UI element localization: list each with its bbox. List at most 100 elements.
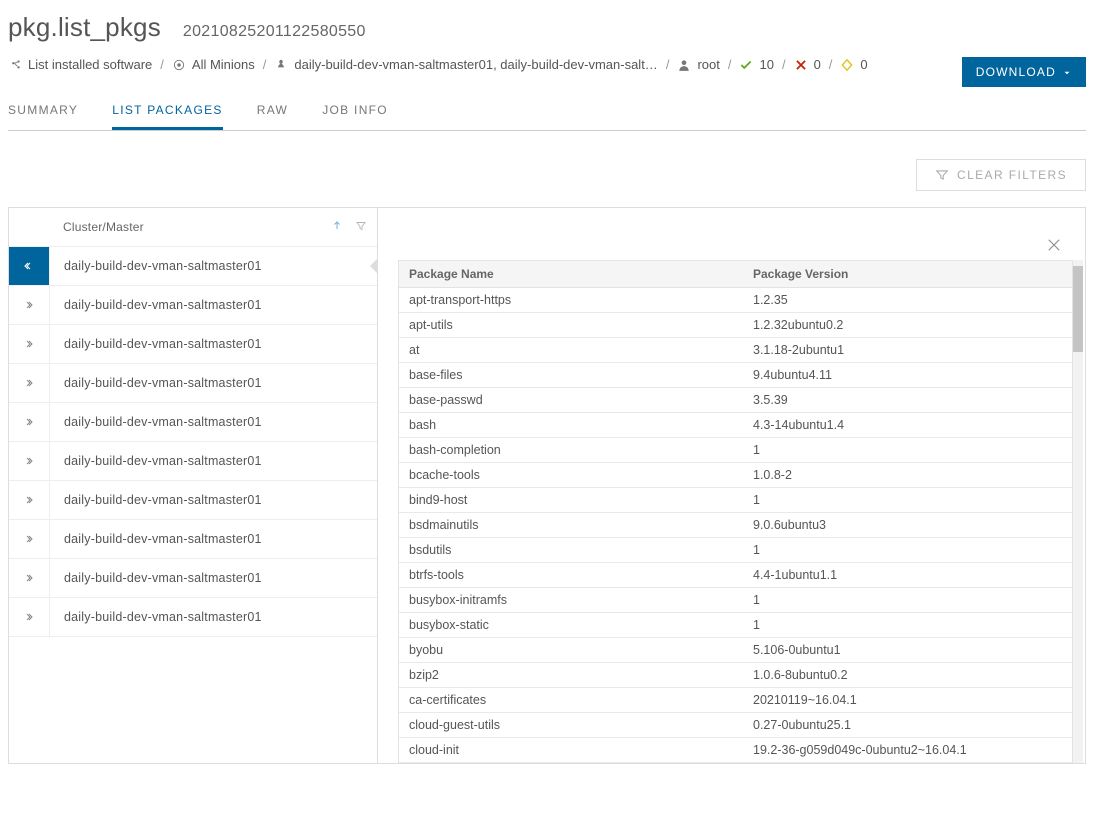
sidebar-item-label: daily-build-dev-vman-saltmaster01 bbox=[50, 610, 262, 624]
expand-icon[interactable] bbox=[9, 286, 50, 324]
pkg-name: apt-transport-https bbox=[399, 288, 743, 312]
pkg-version: 1 bbox=[743, 613, 1072, 637]
breadcrumb-job[interactable]: List installed software bbox=[28, 57, 152, 72]
pkg-version: 9.4ubuntu4.11 bbox=[743, 363, 1072, 387]
tab-list-packages[interactable]: LIST PACKAGES bbox=[112, 93, 223, 130]
target-icon bbox=[172, 58, 186, 72]
sidebar-item[interactable]: daily-build-dev-vman-saltmaster01 bbox=[9, 364, 377, 403]
pkg-name: byobu bbox=[399, 638, 743, 662]
pkg-name: busybox-initramfs bbox=[399, 588, 743, 612]
sidebar-item-label: daily-build-dev-vman-saltmaster01 bbox=[50, 259, 262, 273]
table-row: base-files9.4ubuntu4.11 bbox=[399, 363, 1072, 388]
fail-x-icon bbox=[794, 58, 808, 72]
sidebar-item[interactable]: daily-build-dev-vman-saltmaster01 bbox=[9, 559, 377, 598]
pkg-version: 19.2-36-g059d049c-0ubuntu2~16.04.1 bbox=[743, 738, 1072, 762]
sort-arrow-icon[interactable] bbox=[331, 220, 343, 235]
pkg-name: bind9-host bbox=[399, 488, 743, 512]
sidebar-item[interactable]: daily-build-dev-vman-saltmaster01 bbox=[9, 325, 377, 364]
col-package-name[interactable]: Package Name bbox=[399, 261, 743, 287]
pkg-name: base-files bbox=[399, 363, 743, 387]
user-icon bbox=[677, 58, 691, 72]
sidebar-item-label: daily-build-dev-vman-saltmaster01 bbox=[50, 571, 262, 585]
sidebar-item-label: daily-build-dev-vman-saltmaster01 bbox=[50, 298, 262, 312]
sidebar-item-label: daily-build-dev-vman-saltmaster01 bbox=[50, 337, 262, 351]
pkg-name: cloud-guest-utils bbox=[399, 713, 743, 737]
pkg-name: bash bbox=[399, 413, 743, 437]
minions-icon bbox=[274, 58, 288, 72]
expand-icon[interactable] bbox=[9, 403, 50, 441]
table-row: bsdutils1 bbox=[399, 538, 1072, 563]
pending-diamond-icon bbox=[840, 58, 854, 72]
tab-raw[interactable]: RAW bbox=[257, 93, 288, 130]
expand-icon[interactable] bbox=[9, 481, 50, 519]
table-row: ca-certificates20210119~16.04.1 bbox=[399, 688, 1072, 713]
breadcrumb-minions[interactable]: daily-build-dev-vman-saltmaster01, daily… bbox=[294, 57, 657, 72]
pkg-version: 1.2.35 bbox=[743, 288, 1072, 312]
pkg-version: 1 bbox=[743, 538, 1072, 562]
run-id: 20210825201122580550 bbox=[183, 23, 366, 41]
pkg-name: base-passwd bbox=[399, 388, 743, 412]
expand-icon[interactable] bbox=[9, 442, 50, 480]
sidebar-item[interactable]: daily-build-dev-vman-saltmaster01 bbox=[9, 247, 377, 286]
table-row: at3.1.18-2ubuntu1 bbox=[399, 338, 1072, 363]
pkg-name: btrfs-tools bbox=[399, 563, 743, 587]
pkg-name: bsdutils bbox=[399, 538, 743, 562]
sidebar-item[interactable]: daily-build-dev-vman-saltmaster01 bbox=[9, 481, 377, 520]
page-title: pkg.list_pkgs bbox=[8, 12, 161, 43]
pkg-version: 1.0.8-2 bbox=[743, 463, 1072, 487]
table-row: bzip21.0.6-8ubuntu0.2 bbox=[399, 663, 1072, 688]
tab-job-info[interactable]: JOB INFO bbox=[322, 93, 388, 130]
table-row: byobu5.106-0ubuntu1 bbox=[399, 638, 1072, 663]
scrollbar-thumb[interactable] bbox=[1073, 266, 1083, 352]
breadcrumb: List installed software / All Minions / … bbox=[8, 57, 868, 80]
pkg-name: busybox-static bbox=[399, 613, 743, 637]
pkg-version: 3.1.18-2ubuntu1 bbox=[743, 338, 1072, 362]
pkg-version: 0.27-0ubuntu25.1 bbox=[743, 713, 1072, 737]
table-row: bash-completion1 bbox=[399, 438, 1072, 463]
sidebar-header[interactable]: Cluster/Master bbox=[63, 220, 144, 234]
pkg-name: bzip2 bbox=[399, 663, 743, 687]
breadcrumb-target[interactable]: All Minions bbox=[192, 57, 255, 72]
pkg-version: 1 bbox=[743, 488, 1072, 512]
clear-filters-button[interactable]: CLEAR FILTERS bbox=[916, 159, 1086, 191]
filter-icon bbox=[935, 168, 949, 182]
sidebar-item[interactable]: daily-build-dev-vman-saltmaster01 bbox=[9, 598, 377, 637]
close-icon[interactable] bbox=[1045, 236, 1063, 254]
table-row: bind9-host1 bbox=[399, 488, 1072, 513]
sidebar: Cluster/Master daily-build-dev-vman-salt… bbox=[9, 208, 378, 763]
sidebar-item-label: daily-build-dev-vman-saltmaster01 bbox=[50, 532, 262, 546]
pkg-name: cloud-init bbox=[399, 738, 743, 762]
pkg-version: 3.5.39 bbox=[743, 388, 1072, 412]
download-button[interactable]: DOWNLOAD bbox=[962, 57, 1086, 87]
sidebar-item-label: daily-build-dev-vman-saltmaster01 bbox=[50, 493, 262, 507]
success-count: 10 bbox=[759, 57, 773, 72]
expand-icon[interactable] bbox=[9, 520, 50, 558]
pkg-version: 1 bbox=[743, 438, 1072, 462]
expand-icon[interactable] bbox=[9, 364, 50, 402]
table-row: apt-transport-https1.2.35 bbox=[399, 288, 1072, 313]
tab-summary[interactable]: SUMMARY bbox=[8, 93, 78, 130]
scrollbar-track[interactable] bbox=[1073, 260, 1083, 763]
pkg-name: apt-utils bbox=[399, 313, 743, 337]
table-row: btrfs-tools4.4-1ubuntu1.1 bbox=[399, 563, 1072, 588]
expand-icon[interactable] bbox=[9, 598, 50, 636]
collapse-icon[interactable] bbox=[9, 247, 50, 285]
sidebar-item[interactable]: daily-build-dev-vman-saltmaster01 bbox=[9, 520, 377, 559]
breadcrumb-user: root bbox=[697, 57, 719, 72]
pkg-table-header: Package Name Package Version bbox=[398, 260, 1073, 288]
sidebar-item[interactable]: daily-build-dev-vman-saltmaster01 bbox=[9, 442, 377, 481]
expand-icon[interactable] bbox=[9, 325, 50, 363]
pkg-name: bsdmainutils bbox=[399, 513, 743, 537]
expand-icon[interactable] bbox=[9, 559, 50, 597]
pkg-version: 1.2.32ubuntu0.2 bbox=[743, 313, 1072, 337]
pkg-version: 9.0.6ubuntu3 bbox=[743, 513, 1072, 537]
col-package-version[interactable]: Package Version bbox=[743, 261, 1072, 287]
sidebar-item-label: daily-build-dev-vman-saltmaster01 bbox=[50, 454, 262, 468]
fail-count: 0 bbox=[814, 57, 821, 72]
table-row: cloud-init19.2-36-g059d049c-0ubuntu2~16.… bbox=[399, 738, 1072, 763]
tabs: SUMMARY LIST PACKAGES RAW JOB INFO bbox=[8, 93, 1086, 131]
sidebar-item[interactable]: daily-build-dev-vman-saltmaster01 bbox=[9, 286, 377, 325]
column-filter-icon[interactable] bbox=[355, 220, 367, 235]
chevron-down-icon bbox=[1062, 67, 1072, 77]
sidebar-item[interactable]: daily-build-dev-vman-saltmaster01 bbox=[9, 403, 377, 442]
